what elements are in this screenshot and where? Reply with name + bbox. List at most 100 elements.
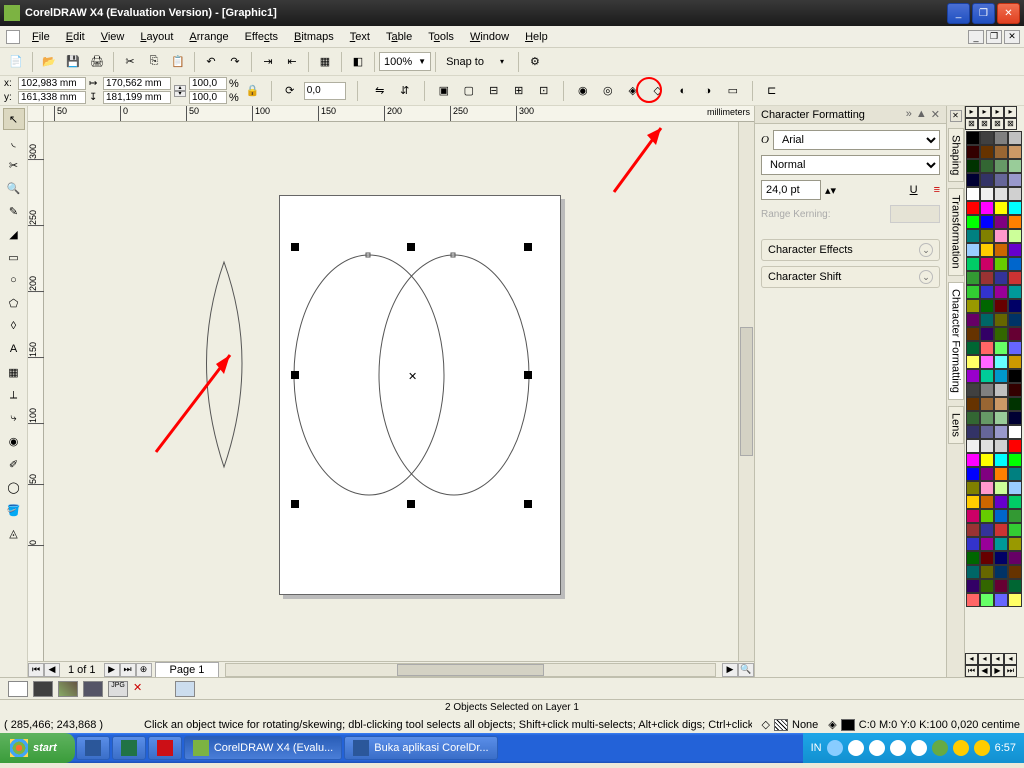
color-swatch[interactable]: [980, 229, 994, 243]
app-launcher[interactable]: ▦: [314, 51, 336, 73]
color-swatch[interactable]: [980, 201, 994, 215]
color-swatch[interactable]: [1008, 271, 1022, 285]
color-swatch[interactable]: [980, 131, 994, 145]
color-swatch[interactable]: [966, 579, 980, 593]
lock-ratio[interactable]: 🔒: [242, 80, 264, 102]
color-swatch[interactable]: [980, 243, 994, 257]
next-page[interactable]: ▶: [104, 663, 120, 677]
color-swatch[interactable]: [994, 383, 1008, 397]
basic-shapes-tool[interactable]: ◊: [3, 315, 25, 337]
color-swatch[interactable]: [980, 579, 994, 593]
color-swatch[interactable]: [1008, 495, 1022, 509]
color-swatch[interactable]: [966, 481, 980, 495]
menu-text[interactable]: Text: [342, 29, 378, 45]
color-swatch[interactable]: [994, 411, 1008, 425]
palette2-dn[interactable]: ◂: [978, 653, 991, 665]
font-select[interactable]: Arial: [773, 130, 940, 150]
color-swatch[interactable]: [994, 215, 1008, 229]
color-swatch[interactable]: [966, 327, 980, 341]
ellipse-tool[interactable]: ○: [3, 269, 25, 291]
color-swatch[interactable]: [1008, 523, 1022, 537]
task-coreldraw[interactable]: CorelDRAW X4 (Evalu...: [184, 736, 342, 760]
color-swatch[interactable]: [994, 565, 1008, 579]
color-swatch[interactable]: [1008, 243, 1022, 257]
color-swatch[interactable]: [980, 341, 994, 355]
save-button[interactable]: 💾: [62, 51, 84, 73]
color-swatch[interactable]: [980, 453, 994, 467]
task-word-doc[interactable]: Buka aplikasi CorelDr...: [344, 736, 497, 760]
tab-transformation[interactable]: Transformation: [948, 188, 964, 276]
swatch-gray[interactable]: [33, 681, 53, 697]
palette-swatches[interactable]: [965, 130, 1024, 653]
menu-effects[interactable]: Effects: [237, 29, 286, 45]
color-swatch[interactable]: [980, 495, 994, 509]
spin-down[interactable]: ▾: [174, 91, 186, 97]
trim[interactable]: ◎: [597, 80, 619, 102]
color-swatch[interactable]: [980, 187, 994, 201]
to-front[interactable]: ▣: [433, 80, 455, 102]
copy-button[interactable]: ⎘: [143, 51, 165, 73]
color-swatch[interactable]: [980, 369, 994, 383]
color-swatch[interactable]: [966, 173, 980, 187]
open-button[interactable]: 📂: [38, 51, 60, 73]
color-swatch[interactable]: [980, 285, 994, 299]
color-swatch[interactable]: [1008, 481, 1022, 495]
options-button[interactable]: ⚙: [524, 51, 546, 73]
tabs-close[interactable]: ✕: [950, 110, 962, 122]
quicklaunch-word[interactable]: [76, 736, 110, 760]
style-select[interactable]: Normal: [761, 155, 940, 175]
scroll-right[interactable]: ▶: [722, 663, 738, 677]
swatch-delete[interactable]: ✕: [133, 681, 153, 697]
color-swatch[interactable]: [1008, 453, 1022, 467]
noswatch4[interactable]: ⊠: [1004, 118, 1017, 130]
docker-title[interactable]: Character Formatting »▲✕: [755, 106, 946, 124]
tray-icon[interactable]: [890, 740, 906, 756]
intersect[interactable]: ◈: [622, 80, 644, 102]
color-swatch[interactable]: [994, 439, 1008, 453]
color-swatch[interactable]: [980, 509, 994, 523]
ruler-origin[interactable]: [28, 106, 44, 122]
color-swatch[interactable]: [966, 523, 980, 537]
mdi-restore[interactable]: ❐: [986, 30, 1002, 44]
color-swatch[interactable]: [1008, 159, 1022, 173]
crop-tool[interactable]: ✂: [3, 154, 25, 176]
color-swatch[interactable]: [980, 467, 994, 481]
back-minus-front[interactable]: ◑: [697, 80, 719, 102]
color-swatch[interactable]: [966, 425, 980, 439]
color-swatch[interactable]: [980, 271, 994, 285]
color-swatch[interactable]: [966, 159, 980, 173]
color-swatch[interactable]: [966, 551, 980, 565]
swatch-pattern[interactable]: [58, 681, 78, 697]
redo-button[interactable]: ↷: [224, 51, 246, 73]
color-swatch[interactable]: [966, 411, 980, 425]
color-swatch[interactable]: [1008, 201, 1022, 215]
convert-curves[interactable]: ⊏: [761, 80, 783, 102]
text-tool[interactable]: A: [3, 338, 25, 360]
y-position[interactable]: [18, 91, 86, 104]
color-swatch[interactable]: [966, 467, 980, 481]
color-swatch[interactable]: [980, 425, 994, 439]
document-icon[interactable]: [6, 30, 20, 44]
color-swatch[interactable]: [966, 565, 980, 579]
color-swatch[interactable]: [1008, 411, 1022, 425]
tab-lens[interactable]: Lens: [948, 406, 964, 444]
color-swatch[interactable]: [1008, 509, 1022, 523]
menu-view[interactable]: View: [93, 29, 133, 45]
palette1-dn[interactable]: ◂: [965, 653, 978, 665]
mirror-h[interactable]: ⇋: [369, 80, 391, 102]
tray-icon[interactable]: [953, 740, 969, 756]
color-swatch[interactable]: [966, 383, 980, 397]
color-swatch[interactable]: [994, 131, 1008, 145]
fill-tool[interactable]: 🪣: [3, 499, 25, 521]
color-swatch[interactable]: [980, 523, 994, 537]
palette4-up[interactable]: ▸: [1004, 106, 1017, 118]
color-swatch[interactable]: [994, 299, 1008, 313]
color-swatch[interactable]: [980, 327, 994, 341]
snapto-arrow[interactable]: ▾: [491, 51, 513, 73]
noswatch2[interactable]: ⊠: [978, 118, 991, 130]
underline-button[interactable]: U: [910, 184, 918, 196]
smart-fill-tool[interactable]: ◢: [3, 223, 25, 245]
color-swatch[interactable]: [1008, 229, 1022, 243]
color-swatch[interactable]: [1008, 397, 1022, 411]
color-swatch[interactable]: [1008, 173, 1022, 187]
